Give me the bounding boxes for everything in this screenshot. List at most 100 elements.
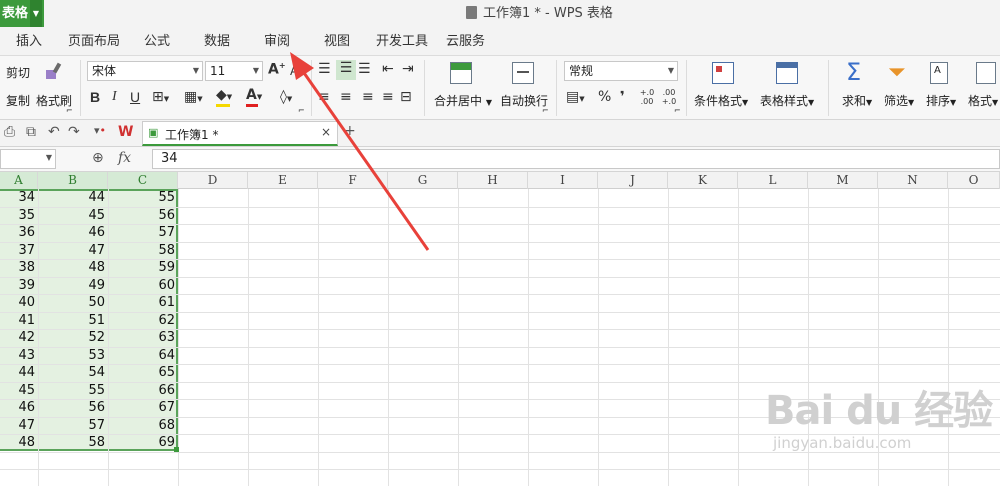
app-menu-button[interactable]: 表格 ▼: [0, 0, 44, 27]
table-cell[interactable]: 65: [108, 364, 178, 381]
table-cell[interactable]: 51: [38, 312, 108, 329]
column-header[interactable]: D: [178, 172, 248, 189]
column-header[interactable]: G: [388, 172, 458, 189]
column-header[interactable]: F: [318, 172, 388, 189]
tab-review[interactable]: 审阅: [264, 28, 290, 56]
fill-handle[interactable]: [174, 447, 179, 452]
indent-decrease-icon[interactable]: ⇤: [382, 61, 394, 77]
sort-icon[interactable]: A: [930, 62, 948, 84]
copy-button[interactable]: 复制: [6, 92, 30, 109]
fx-button[interactable]: fx: [118, 150, 131, 166]
table-cell[interactable]: 40: [0, 294, 38, 311]
column-header[interactable]: O: [948, 172, 1000, 189]
add-tab-icon[interactable]: +: [344, 123, 356, 139]
underline-button[interactable]: U: [130, 89, 140, 105]
table-cell[interactable]: 54: [38, 364, 108, 381]
clear-format-icon[interactable]: ◊▼: [280, 89, 292, 105]
chevron-down-icon[interactable]: ▼: [46, 153, 52, 162]
table-cell[interactable]: 39: [0, 277, 38, 294]
dialog-launcher-icon[interactable]: ⌐: [542, 106, 549, 115]
tab-data[interactable]: 数据: [204, 28, 230, 56]
table-cell[interactable]: 48: [38, 259, 108, 276]
table-cell[interactable]: 48: [0, 434, 38, 451]
column-header[interactable]: C: [108, 172, 178, 189]
format-icon[interactable]: [976, 62, 996, 84]
tab-insert[interactable]: 插入: [16, 28, 42, 56]
redo-icon[interactable]: ↷: [68, 124, 80, 140]
indent-increase-icon[interactable]: ⇥: [402, 61, 414, 77]
justify-icon[interactable]: ≡: [382, 89, 394, 105]
tab-formulas[interactable]: 公式: [144, 28, 170, 56]
cell-style-icon[interactable]: ▦▼: [184, 89, 203, 105]
table-cell[interactable]: 60: [108, 277, 178, 294]
percent-button[interactable]: %: [598, 89, 611, 105]
column-header[interactable]: B: [38, 172, 108, 189]
italic-button[interactable]: I: [112, 89, 117, 105]
distributed-icon[interactable]: ⊟: [400, 89, 412, 105]
table-cell[interactable]: 67: [108, 399, 178, 416]
sum-button[interactable]: 求和▼: [842, 92, 872, 109]
decrease-font-icon[interactable]: A: [290, 64, 298, 78]
column-header[interactable]: E: [248, 172, 318, 189]
format-button[interactable]: 格式▼: [968, 92, 998, 109]
table-cell[interactable]: 44: [38, 189, 108, 206]
align-bottom-icon[interactable]: ☰: [358, 61, 371, 77]
table-cell[interactable]: 61: [108, 294, 178, 311]
wrap-text-button[interactable]: 自动换行: [500, 92, 548, 109]
column-header[interactable]: A: [0, 172, 38, 189]
conditional-format-icon[interactable]: [712, 62, 734, 84]
decrease-decimal-button[interactable]: .00 +.0: [660, 88, 678, 106]
conditional-format-button[interactable]: 条件格式▼: [694, 92, 748, 109]
customize-icon[interactable]: ▾•: [94, 124, 106, 137]
tab-view[interactable]: 视图: [324, 28, 350, 56]
table-cell[interactable]: 53: [38, 347, 108, 364]
table-cell[interactable]: 47: [38, 242, 108, 259]
column-header[interactable]: L: [738, 172, 808, 189]
column-header[interactable]: J: [598, 172, 668, 189]
table-style-icon[interactable]: [776, 62, 798, 84]
dialog-launcher-icon[interactable]: ⌐: [298, 106, 305, 115]
font-name-select[interactable]: 宋体 ▼: [87, 61, 203, 81]
table-cell[interactable]: 56: [38, 399, 108, 416]
tab-document[interactable]: ▣ 工作簿1 * ×: [142, 121, 338, 146]
table-cell[interactable]: 66: [108, 382, 178, 399]
increase-decimal-button[interactable]: +.0 .00: [638, 88, 656, 106]
font-color-icon[interactable]: A▼: [246, 87, 262, 107]
table-cell[interactable]: 47: [0, 417, 38, 434]
table-cell[interactable]: 46: [38, 224, 108, 241]
table-cell[interactable]: 46: [0, 399, 38, 416]
fill-color-icon[interactable]: ◆▼: [216, 87, 232, 107]
tab-cloud[interactable]: 云服务: [446, 28, 485, 56]
print-preview-icon[interactable]: ⧉: [26, 124, 36, 140]
currency-icon[interactable]: ▤▼: [566, 89, 585, 105]
sort-button[interactable]: 排序▼: [926, 92, 956, 109]
table-cell[interactable]: 38: [0, 259, 38, 276]
table-cell[interactable]: 37: [0, 242, 38, 259]
table-cell[interactable]: 35: [0, 207, 38, 224]
table-cell[interactable]: 49: [38, 277, 108, 294]
align-center-icon[interactable]: ≡: [340, 89, 352, 105]
table-cell[interactable]: 62: [108, 312, 178, 329]
table-cell[interactable]: 56: [108, 207, 178, 224]
print-icon[interactable]: ⎙: [4, 124, 15, 140]
table-style-button[interactable]: 表格样式▼: [760, 92, 814, 109]
table-cell[interactable]: 36: [0, 224, 38, 241]
table-cell[interactable]: 68: [108, 417, 178, 434]
align-left-icon[interactable]: ≡: [318, 89, 330, 105]
wrap-text-icon[interactable]: [512, 62, 534, 84]
table-cell[interactable]: 43: [0, 347, 38, 364]
borders-icon[interactable]: ⊞▼: [152, 89, 169, 105]
table-cell[interactable]: 34: [0, 189, 38, 206]
table-cell[interactable]: 58: [38, 434, 108, 451]
paintbrush-icon[interactable]: [42, 60, 66, 84]
table-cell[interactable]: 52: [38, 329, 108, 346]
dialog-launcher-icon[interactable]: ⌐: [66, 106, 73, 115]
font-size-select[interactable]: 11 ▼: [205, 61, 263, 81]
filter-button[interactable]: 筛选▼: [884, 92, 914, 109]
column-header[interactable]: I: [528, 172, 598, 189]
formula-input[interactable]: 34: [152, 149, 1000, 169]
column-header[interactable]: H: [458, 172, 528, 189]
merge-cells-icon[interactable]: [450, 62, 472, 84]
zoom-icon[interactable]: ⊕: [92, 150, 104, 166]
tab-page-layout[interactable]: 页面布局: [68, 28, 120, 56]
